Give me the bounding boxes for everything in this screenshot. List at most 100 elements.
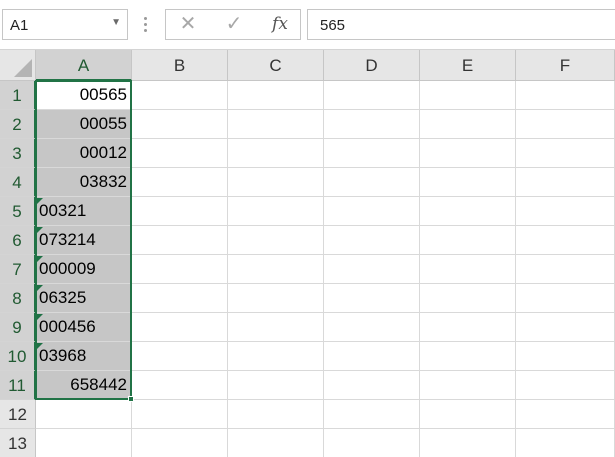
cell-c7[interactable] <box>228 255 324 284</box>
cell-b3[interactable] <box>132 139 228 168</box>
cell-d8[interactable] <box>324 284 420 313</box>
cell-a3[interactable]: 00012 <box>36 139 132 168</box>
cell-e11[interactable] <box>420 371 516 400</box>
cell-f12[interactable] <box>516 400 615 429</box>
cell-e1[interactable] <box>420 81 516 110</box>
row-header-4[interactable]: 4 <box>0 168 36 197</box>
cell-f11[interactable] <box>516 371 615 400</box>
cell-b7[interactable] <box>132 255 228 284</box>
chevron-down-icon[interactable]: ▼ <box>111 17 121 28</box>
cell-c5[interactable] <box>228 197 324 226</box>
cell-e13[interactable] <box>420 429 516 457</box>
cell-d3[interactable] <box>324 139 420 168</box>
cancel-icon[interactable]: ✕ <box>173 10 203 39</box>
cell-d4[interactable] <box>324 168 420 197</box>
cell-d2[interactable] <box>324 110 420 139</box>
cell-c11[interactable] <box>228 371 324 400</box>
column-header-c[interactable]: C <box>228 50 324 81</box>
cell-d11[interactable] <box>324 371 420 400</box>
row-header-11[interactable]: 11 <box>0 371 36 400</box>
name-box[interactable]: A1 ▼ <box>2 9 128 40</box>
column-header-b[interactable]: B <box>132 50 228 81</box>
cell-a6[interactable]: 073214 <box>36 226 132 255</box>
row-header-3[interactable]: 3 <box>0 139 36 168</box>
cell-c8[interactable] <box>228 284 324 313</box>
column-header-d[interactable]: D <box>324 50 420 81</box>
cell-e12[interactable] <box>420 400 516 429</box>
cell-d7[interactable] <box>324 255 420 284</box>
cell-c13[interactable] <box>228 429 324 457</box>
column-header-f[interactable]: F <box>516 50 615 81</box>
cell-c3[interactable] <box>228 139 324 168</box>
cell-a13[interactable] <box>36 429 132 457</box>
cell-b13[interactable] <box>132 429 228 457</box>
cell-f9[interactable] <box>516 313 615 342</box>
cell-f1[interactable] <box>516 81 615 110</box>
cell-b8[interactable] <box>132 284 228 313</box>
cell-d10[interactable] <box>324 342 420 371</box>
cell-f5[interactable] <box>516 197 615 226</box>
cell-b5[interactable] <box>132 197 228 226</box>
cell-a2[interactable]: 00055 <box>36 110 132 139</box>
cell-f8[interactable] <box>516 284 615 313</box>
row-header-2[interactable]: 2 <box>0 110 36 139</box>
cell-c2[interactable] <box>228 110 324 139</box>
cell-b12[interactable] <box>132 400 228 429</box>
cell-e8[interactable] <box>420 284 516 313</box>
cell-f4[interactable] <box>516 168 615 197</box>
cell-b10[interactable] <box>132 342 228 371</box>
cell-f6[interactable] <box>516 226 615 255</box>
drag-handle-icon[interactable] <box>142 14 148 34</box>
cell-c12[interactable] <box>228 400 324 429</box>
row-header-6[interactable]: 6 <box>0 226 36 255</box>
cell-c6[interactable] <box>228 226 324 255</box>
row-header-12[interactable]: 12 <box>0 400 36 429</box>
column-header-e[interactable]: E <box>420 50 516 81</box>
fill-handle[interactable] <box>128 396 134 402</box>
cell-e6[interactable] <box>420 226 516 255</box>
insert-function-button[interactable]: fx <box>265 10 295 39</box>
cell-f2[interactable] <box>516 110 615 139</box>
row-header-9[interactable]: 9 <box>0 313 36 342</box>
cell-a11[interactable]: 658442 <box>36 371 132 400</box>
row-header-10[interactable]: 10 <box>0 342 36 371</box>
cell-c10[interactable] <box>228 342 324 371</box>
cell-a8[interactable]: 06325 <box>36 284 132 313</box>
cell-f3[interactable] <box>516 139 615 168</box>
cell-b2[interactable] <box>132 110 228 139</box>
cell-b1[interactable] <box>132 81 228 110</box>
enter-check-icon[interactable]: ✓ <box>219 10 249 39</box>
row-header-13[interactable]: 13 <box>0 429 36 457</box>
cell-a4[interactable]: 03832 <box>36 168 132 197</box>
cell-d1[interactable] <box>324 81 420 110</box>
cell-a9[interactable]: 000456 <box>36 313 132 342</box>
row-header-5[interactable]: 5 <box>0 197 36 226</box>
cell-b11[interactable] <box>132 371 228 400</box>
cell-d12[interactable] <box>324 400 420 429</box>
cell-c1[interactable] <box>228 81 324 110</box>
cell-b4[interactable] <box>132 168 228 197</box>
cell-c9[interactable] <box>228 313 324 342</box>
formula-input[interactable]: 565 <box>307 9 615 40</box>
row-header-1[interactable]: 1 <box>0 81 36 110</box>
cell-d6[interactable] <box>324 226 420 255</box>
cell-c4[interactable] <box>228 168 324 197</box>
cell-a5[interactable]: 00321 <box>36 197 132 226</box>
row-header-7[interactable]: 7 <box>0 255 36 284</box>
cell-a10[interactable]: 03968 <box>36 342 132 371</box>
cell-a7[interactable]: 000009 <box>36 255 132 284</box>
cell-f13[interactable] <box>516 429 615 457</box>
column-header-a[interactable]: A <box>36 50 132 81</box>
row-header-8[interactable]: 8 <box>0 284 36 313</box>
cell-e9[interactable] <box>420 313 516 342</box>
cell-d5[interactable] <box>324 197 420 226</box>
cell-e7[interactable] <box>420 255 516 284</box>
cell-b9[interactable] <box>132 313 228 342</box>
cell-f10[interactable] <box>516 342 615 371</box>
cell-d13[interactable] <box>324 429 420 457</box>
cell-e2[interactable] <box>420 110 516 139</box>
cell-e3[interactable] <box>420 139 516 168</box>
cell-e10[interactable] <box>420 342 516 371</box>
cell-b6[interactable] <box>132 226 228 255</box>
cell-e4[interactable] <box>420 168 516 197</box>
